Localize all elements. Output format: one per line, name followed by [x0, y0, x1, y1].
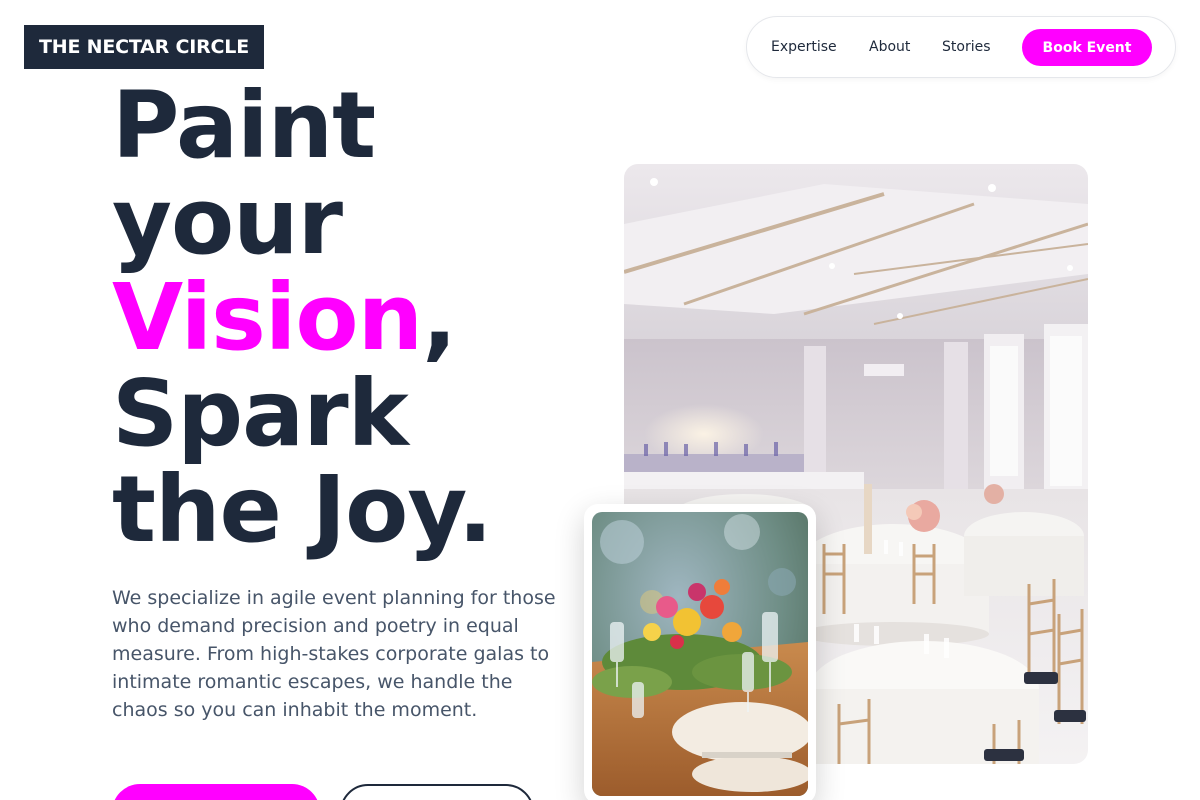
main-nav: Expertise About Stories Book Event	[746, 16, 1176, 78]
headline-line-1: Paint	[112, 72, 376, 179]
headline-comma: ,	[422, 264, 457, 371]
hero-description: We specialize in agile event planning fo…	[112, 587, 556, 721]
headline-line-2: your	[112, 168, 343, 275]
table-flowers-photo	[592, 512, 808, 796]
headline-accent-word: Vision	[112, 264, 423, 371]
nav-link-about[interactable]: About	[869, 39, 910, 55]
book-event-button[interactable]: Book Event	[1022, 29, 1152, 66]
headline-line-5: the Joy.	[112, 456, 493, 563]
primary-cta-button[interactable]	[112, 784, 320, 800]
headline-line-3: Vision,	[112, 270, 492, 366]
secondary-cta-button[interactable]	[340, 784, 534, 800]
headline-line-4: Spark	[112, 360, 409, 467]
hero-headline: Paint your Vision, Spark the Joy.	[112, 72, 493, 563]
brand-logo[interactable]: THE NECTAR CIRCLE	[24, 25, 264, 69]
nav-link-expertise[interactable]: Expertise	[771, 39, 837, 55]
floral-centerpiece-illustration	[592, 512, 808, 796]
nav-link-stories[interactable]: Stories	[942, 39, 991, 55]
